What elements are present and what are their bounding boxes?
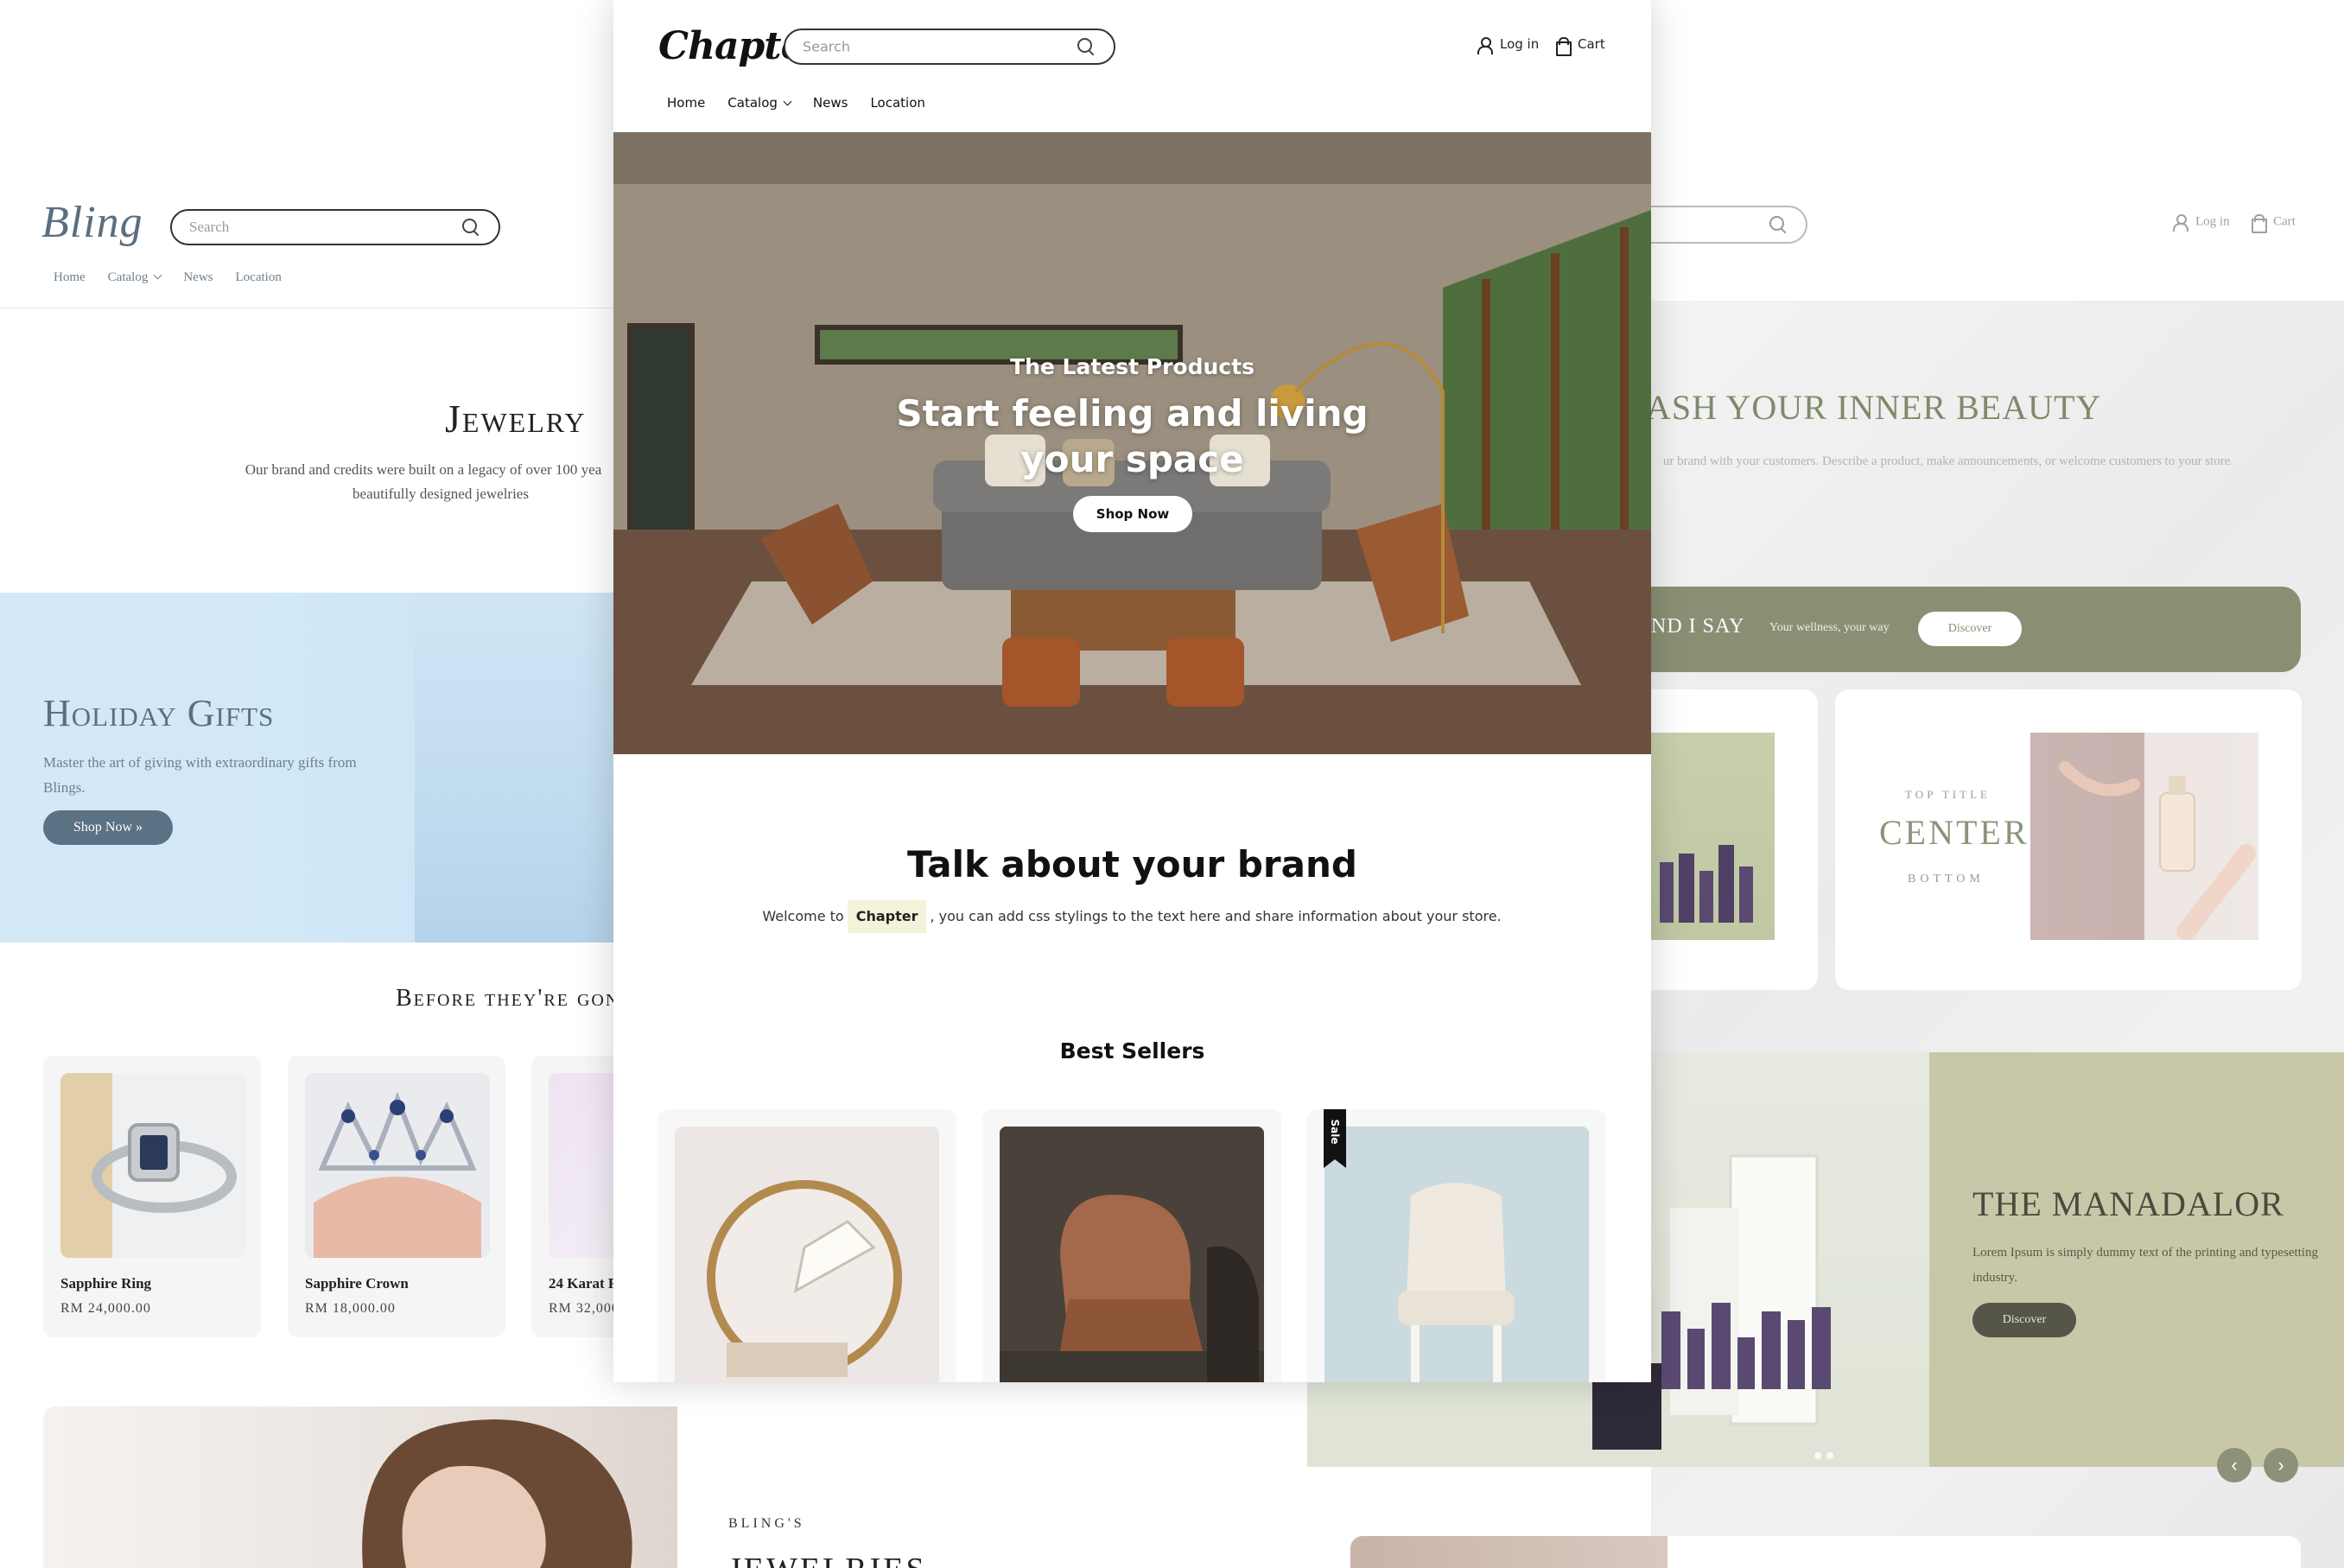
top-title-label: TOP TITLE [1905,788,1991,801]
slide-dots[interactable] [1814,1448,1839,1463]
chevron-down-icon [153,270,162,280]
product-card[interactable]: Sapphire Crown RM 18,000.00 [288,1056,505,1337]
bling-template-preview: Bling Search Home Catalog News Location … [0,0,677,1568]
product-image-sapphire-ring[interactable] [60,1073,245,1258]
beauty-announcement-subtitle: Your wellness, your way [1769,621,1890,634]
brand-name-chip: Chapter [847,900,927,933]
chapter-nav-home[interactable]: Home [667,95,705,111]
talk-about-brand-body: Welcome to Chapter, you can add css styli… [743,900,1521,933]
product-name[interactable]: Sapphire Crown [305,1275,409,1292]
holiday-heading: Holiday Gifts [43,692,275,734]
chapter-nav-catalog[interactable]: Catalog [727,95,792,111]
chapter-search-input[interactable]: Search [784,29,1115,65]
cart-icon [1555,36,1572,56]
bling-nav-location[interactable]: Location [236,270,282,285]
cart-icon [2251,214,2267,233]
product-card[interactable] [1307,1109,1606,1382]
before-theyre-gone-heading: Before they're gon [396,985,620,1012]
user-icon [2173,214,2188,232]
product-card[interactable]: Sapphire Ring RM 24,000.00 [43,1056,261,1337]
manadalor-discover-button[interactable]: Discover [1972,1303,2076,1337]
chapter-nav-catalog-label: Catalog [727,95,778,111]
beauty-bottles-image [1651,733,1775,940]
bling-search-placeholder: Search [189,219,230,235]
model-photo [43,1406,677,1568]
jewelry-heading: Jewelry [445,397,587,441]
jewelry-body: Our brand and credits were built on a le… [199,458,648,506]
beauty-lower-card [1350,1536,2301,1568]
blings-eyebrow: BLING'S [728,1516,805,1531]
blings-heading: JEWELRIES [728,1551,927,1568]
manadalor-title: THE MANADALOR [1972,1184,2284,1223]
product-price: RM 32,000 [549,1301,619,1316]
beauty-cart-link[interactable]: Cart [2251,214,2296,233]
search-icon[interactable] [1769,216,1787,233]
beauty-login-label: Log in [2195,214,2230,229]
product-card[interactable] [982,1109,1281,1382]
bottom-label: BOTTOM [1908,873,1985,886]
jewelry-body-line-1: Our brand and credits were built on a le… [245,461,602,478]
bling-search-input[interactable]: Search [170,209,500,245]
product-image-mirror[interactable] [675,1127,939,1382]
beauty-cart-label: Cart [2273,214,2296,229]
manadalor-body: Lorem Ipsum is simply dummy text of the … [1972,1246,2318,1285]
jewelry-body-line-2: beautifully designed jewelries [353,486,529,502]
bling-logo[interactable]: Bling [41,197,143,248]
holiday-shop-now-button[interactable]: Shop Now » [43,810,173,845]
sale-badge: Sale [1324,1109,1346,1168]
beauty-tile-products[interactable] [1651,689,1818,990]
chapter-search-placeholder: Search [803,38,850,55]
bling-nav: Home Catalog News Location [54,270,282,285]
chapter-login-label: Log in [1500,36,1540,52]
bling-nav-news[interactable]: News [183,270,213,285]
chevron-down-icon [783,97,792,106]
beauty-hero-body: ur brand with your customers. Describe a… [1662,454,2234,468]
chapter-template-preview: Chapter Search Log in Cart Home Catalog … [613,0,1651,1382]
bling-nav-catalog[interactable]: Catalog [108,270,162,285]
slide-dot[interactable] [1814,1452,1821,1459]
talk-suffix: , you can add css stylings to the text h… [930,908,1502,924]
beauty-announcement-title: ND I SAY [1651,615,1745,638]
chapter-nav: Home Catalog News Location [667,95,925,111]
search-icon[interactable] [1077,38,1095,55]
user-icon [1477,36,1493,54]
talk-prefix: Welcome to [762,908,844,924]
bling-nav-catalog-label: Catalog [107,270,149,284]
beauty-discover-button[interactable]: Discover [1918,612,2022,646]
search-icon[interactable] [462,219,480,236]
chapter-cart-link[interactable]: Cart [1555,36,1605,56]
beauty-hero-title: ASH YOUR INNER BEAUTY [1646,388,2102,427]
product-price: RM 24,000.00 [60,1301,151,1316]
product-image-sapphire-crown[interactable] [305,1073,490,1258]
product-image-armchair[interactable] [1324,1127,1589,1382]
product-name[interactable]: Sapphire Ring [60,1275,151,1292]
center-label: CENTER [1879,813,2030,852]
beauty-login-link[interactable]: Log in [2173,214,2230,232]
product-price: RM 18,000.00 [305,1301,396,1316]
hero-title: Start feeling and living your space [896,392,1369,480]
talk-about-brand-heading: Talk about your brand [907,843,1357,886]
hero-shop-now-button[interactable]: Shop Now [1073,496,1192,532]
next-slide-button[interactable]: › [2264,1448,2298,1482]
hero-eyebrow: The Latest Products [1010,354,1255,379]
sale-badge-label: Sale [1329,1119,1341,1145]
beauty-serum-image [2030,733,2258,941]
bling-nav-home[interactable]: Home [54,270,86,285]
chapter-nav-news[interactable]: News [813,95,848,111]
prev-slide-button[interactable]: ‹ [2217,1448,2252,1482]
product-name[interactable]: 24 Karat R [549,1275,619,1292]
best-sellers-heading: Best Sellers [1059,1038,1205,1063]
slide-dot[interactable] [1826,1452,1833,1459]
chapter-nav-location[interactable]: Location [870,95,924,111]
beauty-lower-card-image [1350,1536,1667,1568]
product-card[interactable] [657,1109,956,1382]
chapter-login-link[interactable]: Log in [1477,36,1540,54]
product-image-lounge-chair[interactable] [1000,1127,1264,1382]
holiday-body: Master the art of giving with extraordin… [43,754,357,796]
chapter-cart-label: Cart [1578,36,1605,52]
